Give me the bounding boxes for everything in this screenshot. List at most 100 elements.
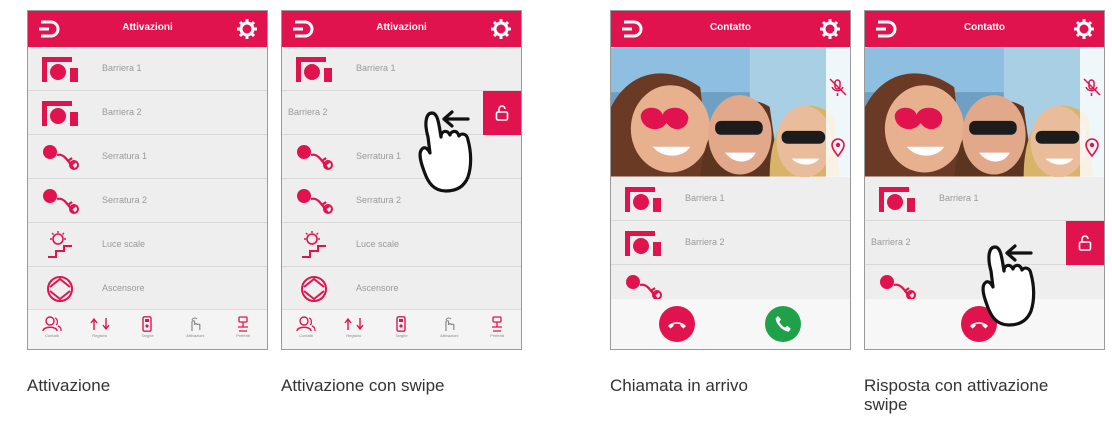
- tab-label: Attivazioni: [186, 333, 205, 338]
- tab-label: Contatti: [299, 333, 313, 338]
- unlock-icon: [495, 105, 509, 121]
- list-item-barriera-2-swiped[interactable]: Barriera 2: [282, 91, 521, 135]
- barrier-icon: [625, 185, 663, 213]
- list-item-barriera-1[interactable]: Barriera 1: [28, 47, 267, 91]
- screen-title: Attivazioni: [376, 22, 427, 33]
- screen-chiamata-in-arrivo: Contatto Barriera 1 Barriera 2: [610, 10, 851, 350]
- swipe-hand-icon: [977, 241, 1047, 331]
- list-item-label: Barriera 2: [288, 107, 328, 117]
- top-bar: Attivazioni: [28, 11, 267, 47]
- gear-icon[interactable]: [1074, 19, 1094, 39]
- list-item-barriera-2[interactable]: Barriera 2: [611, 221, 850, 265]
- list-item-label: Ascensore: [102, 283, 145, 293]
- list-item-ascensore[interactable]: Ascensore: [282, 267, 521, 311]
- phone-answer-icon: [771, 312, 795, 336]
- activation-list: Barriera 1 Barriera 2 Serratura 1 Serrat…: [28, 47, 267, 311]
- list-item-label: Barriera 1: [939, 193, 979, 203]
- list-item-barriera-2[interactable]: Barriera 2: [28, 91, 267, 135]
- contacts-icon: [296, 316, 316, 332]
- list-item-label: Serratura 1: [356, 151, 402, 161]
- tab-registro[interactable]: Registro: [76, 310, 124, 349]
- tab-preferiti[interactable]: Preferiti: [473, 310, 521, 349]
- tab-label: Attivazioni: [440, 333, 459, 338]
- screen-title: Contatto: [963, 22, 1006, 33]
- list-item-label: Barriera 2: [102, 107, 142, 117]
- tab-label: Preferiti: [236, 333, 250, 338]
- key-icon: [296, 143, 334, 171]
- mic-off-icon[interactable]: [828, 77, 848, 97]
- video-feed: [865, 47, 1104, 177]
- caption-risposta-swipe: Risposta con attivazione swipe: [864, 376, 1048, 414]
- bottom-tab-bar: Contatti Registro Targhe Attivazioni Pre…: [28, 309, 267, 349]
- history-icon: [90, 316, 110, 332]
- activation-list: Barriera 1 Barriera 2: [611, 177, 850, 309]
- list-item-label: Barriera 1: [685, 193, 725, 203]
- list-item-serratura-2[interactable]: Serratura 2: [282, 179, 521, 223]
- mic-off-icon[interactable]: [1082, 77, 1102, 97]
- unlock-action-button[interactable]: [483, 91, 521, 135]
- history-icon: [344, 316, 364, 332]
- tab-contatti[interactable]: Contatti: [282, 310, 330, 349]
- tab-attivazioni[interactable]: Attivazioni: [171, 310, 219, 349]
- barrier-icon: [625, 229, 663, 257]
- list-item-serratura-1[interactable]: Serratura 1: [28, 135, 267, 179]
- list-item-barriera-1[interactable]: Barriera 1: [282, 47, 521, 91]
- caption-line: swipe: [864, 395, 908, 414]
- caption-chiamata-in-arrivo: Chiamata in arrivo: [610, 376, 748, 395]
- tab-targhe[interactable]: Targhe: [378, 310, 426, 349]
- tab-contatti[interactable]: Contatti: [28, 310, 76, 349]
- call-side-panel: [826, 47, 850, 177]
- list-item-label: Serratura 2: [356, 195, 402, 205]
- list-item-label: Serratura 1: [102, 151, 148, 161]
- hangup-icon: [665, 312, 689, 336]
- hangup-button[interactable]: [659, 306, 695, 342]
- unlock-action-button[interactable]: [1066, 221, 1104, 265]
- list-item-ascensore[interactable]: Ascensore: [28, 267, 267, 311]
- gear-icon[interactable]: [237, 19, 257, 39]
- swipe-hand-icon: [414, 107, 484, 197]
- list-item-label: Barriera 1: [102, 63, 142, 73]
- list-item-label: Serratura 2: [102, 195, 148, 205]
- unlock-icon: [1078, 235, 1092, 251]
- screen-attivazione-swipe: Attivazioni Barriera 1 Barriera 2 Serrat…: [281, 10, 522, 350]
- answer-button[interactable]: [765, 306, 801, 342]
- top-bar: Attivazioni: [282, 11, 521, 47]
- caption-attivazione-swipe: Attivazione con swipe: [281, 376, 445, 395]
- gear-icon[interactable]: [491, 19, 511, 39]
- top-bar: Contatto: [865, 11, 1104, 47]
- contacts-icon: [42, 316, 62, 332]
- barrier-icon: [42, 55, 80, 83]
- screen-title: Contatto: [709, 22, 752, 33]
- location-pin-icon[interactable]: [828, 137, 848, 157]
- tab-registro[interactable]: Registro: [330, 310, 378, 349]
- list-item-serratura-2[interactable]: Serratura 2: [28, 179, 267, 223]
- list-item-luce-scale[interactable]: Luce scale: [28, 223, 267, 267]
- tab-preferiti[interactable]: Preferiti: [219, 310, 267, 349]
- tab-attivazioni[interactable]: Attivazioni: [425, 310, 473, 349]
- list-item-label: Barriera 2: [685, 237, 725, 247]
- doorplate-icon: [391, 316, 411, 332]
- list-item-barriera-1[interactable]: Barriera 1: [611, 177, 850, 221]
- tab-targhe[interactable]: Targhe: [124, 310, 172, 349]
- call-action-bar: [611, 299, 850, 349]
- tab-label: Registro: [92, 333, 108, 338]
- list-item-luce-scale[interactable]: Luce scale: [282, 223, 521, 267]
- screen-title: Attivazioni: [122, 22, 173, 33]
- barrier-icon: [296, 55, 334, 83]
- call-side-panel: [1080, 47, 1104, 177]
- key-icon: [296, 187, 334, 215]
- list-item-serratura-1[interactable]: Serratura 1: [282, 135, 521, 179]
- screen-attivazione: Attivazioni Barriera 1 Barriera 2 Serrat…: [27, 10, 268, 350]
- elevator-icon: [296, 275, 334, 303]
- elevator-icon: [42, 275, 80, 303]
- tab-label: Targhe: [141, 333, 154, 338]
- list-item-label: Barriera 1: [356, 63, 396, 73]
- list-item-barriera-1[interactable]: Barriera 1: [865, 177, 1104, 221]
- key-icon: [625, 273, 663, 301]
- location-pin-icon[interactable]: [1082, 137, 1102, 157]
- tab-label: Registro: [346, 333, 362, 338]
- gear-icon[interactable]: [820, 19, 840, 39]
- favorites-icon: [233, 316, 253, 332]
- video-feed: [611, 47, 850, 177]
- caption-attivazione: Attivazione: [27, 376, 111, 395]
